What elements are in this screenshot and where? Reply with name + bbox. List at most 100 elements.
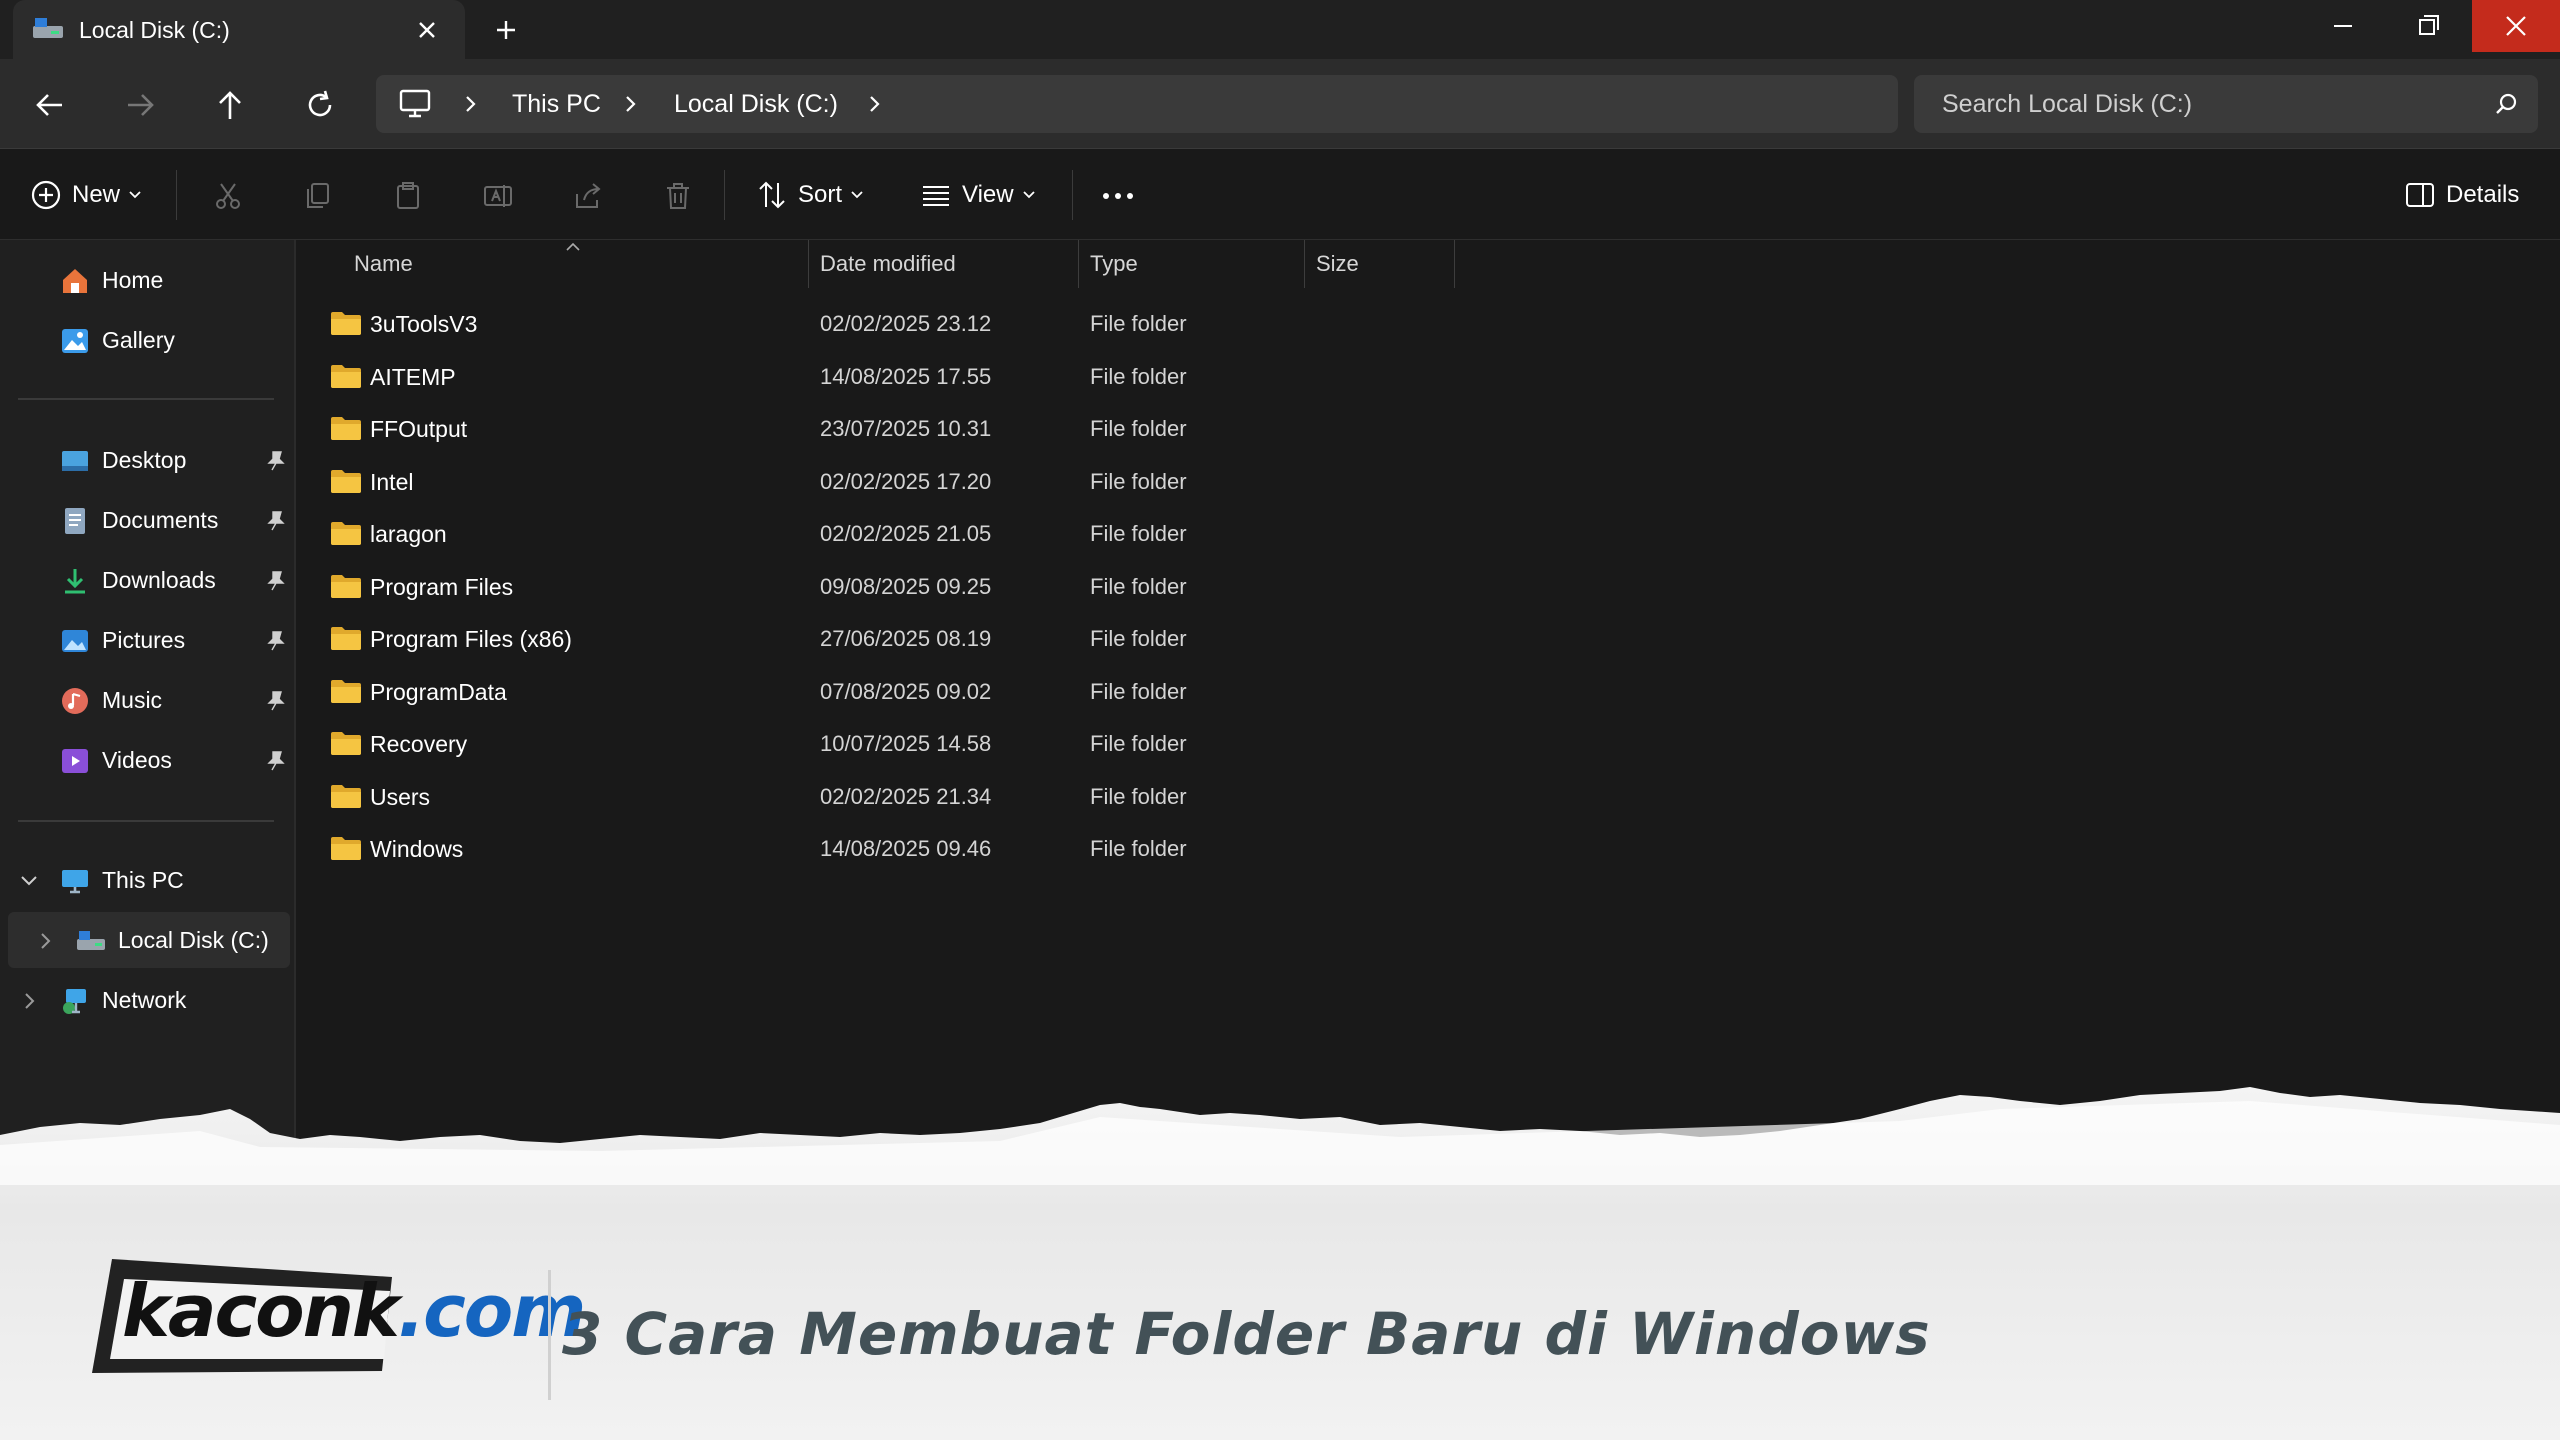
- chevron-right-icon[interactable]: [458, 91, 482, 117]
- folder-icon: [331, 627, 361, 650]
- table-row[interactable]: Recovery 10/07/2025 14.58 File folder: [318, 718, 1458, 770]
- file-date-modified: 02/02/2025 23.12: [820, 311, 992, 336]
- pin-icon[interactable]: [266, 450, 286, 472]
- sidebar-item-this-pc[interactable]: This PC: [0, 852, 296, 908]
- file-name: laragon: [370, 521, 447, 547]
- more-options-icon[interactable]: [1098, 180, 1138, 212]
- restore-icon[interactable]: [2386, 0, 2470, 52]
- view-button[interactable]: View: [920, 172, 1036, 218]
- toolbar-divider: [1072, 170, 1073, 220]
- pin-icon[interactable]: [266, 570, 286, 592]
- cut-icon[interactable]: [212, 180, 244, 212]
- gallery-icon: [62, 329, 88, 353]
- close-window-icon[interactable]: [2472, 0, 2560, 52]
- chevron-right-icon[interactable]: [862, 91, 886, 117]
- file-date-modified: 23/07/2025 10.31: [820, 416, 992, 441]
- new-tab-icon[interactable]: [490, 14, 522, 46]
- pin-icon[interactable]: [266, 630, 286, 652]
- sidebar-item-label: This PC: [102, 867, 184, 893]
- sidebar-item-pictures[interactable]: Pictures: [0, 612, 296, 668]
- breadcrumb-local-disk[interactable]: Local Disk (C:): [674, 90, 838, 119]
- column-header-size[interactable]: Size: [1306, 240, 1454, 286]
- forward-arrow-icon[interactable]: [120, 85, 160, 125]
- table-row[interactable]: Users 02/02/2025 21.34 File folder: [318, 771, 1458, 823]
- sidebar-item-label: Pictures: [102, 627, 186, 653]
- table-row[interactable]: 3uToolsV3 02/02/2025 23.12 File folder: [318, 298, 1458, 350]
- column-resize-handle[interactable]: [1304, 240, 1305, 288]
- column-header-type[interactable]: Type: [1080, 240, 1304, 286]
- sidebar-item-downloads[interactable]: Downloads: [0, 552, 296, 608]
- banner-divider: [548, 1270, 551, 1400]
- address-bar[interactable]: This PC Local Disk (C:): [376, 75, 1898, 133]
- sidebar-item-videos[interactable]: Videos: [0, 732, 296, 788]
- chevron-right-icon[interactable]: [18, 990, 40, 1012]
- pin-icon[interactable]: [266, 510, 286, 532]
- table-row[interactable]: ProgramData 07/08/2025 09.02 File folder: [318, 666, 1458, 718]
- file-type: File folder: [1090, 783, 1187, 809]
- chevron-down-icon: [129, 191, 141, 199]
- column-resize-handle[interactable]: [1078, 240, 1079, 288]
- column-resize-handle[interactable]: [1454, 240, 1455, 288]
- home-icon: [63, 269, 87, 293]
- column-header-date[interactable]: Date modified: [810, 240, 1078, 286]
- table-row[interactable]: Program Files (x86) 27/06/2025 08.19 File …: [318, 613, 1458, 665]
- computer-icon[interactable]: [398, 88, 432, 120]
- file-name: Program Files (x86): [370, 626, 572, 652]
- search-box[interactable]: [1914, 75, 2538, 133]
- sidebar-item-desktop[interactable]: Desktop: [0, 432, 296, 488]
- column-resize-handle[interactable]: [808, 240, 809, 288]
- close-tab-icon[interactable]: [411, 14, 443, 46]
- file-name: Program Files: [370, 573, 514, 600]
- share-icon[interactable]: [572, 180, 604, 212]
- column-header-label: Date modified: [820, 251, 956, 276]
- table-row[interactable]: Windows 14/08/2025 09.46 File folder: [318, 823, 1458, 875]
- details-pane-button[interactable]: Details: [2404, 172, 2519, 218]
- drive-icon: [77, 931, 105, 950]
- sidebar-item-music[interactable]: Music: [0, 672, 296, 728]
- sidebar-item-documents[interactable]: Documents: [0, 492, 296, 548]
- sidebar-item-home[interactable]: Home: [0, 252, 296, 308]
- column-header-label: Type: [1090, 251, 1138, 276]
- logo-main: kaconk: [122, 1269, 400, 1353]
- minimize-icon[interactable]: [2302, 0, 2386, 52]
- folder-icon: [331, 574, 361, 598]
- file-name: Recovery: [370, 731, 468, 757]
- delete-icon[interactable]: [662, 180, 694, 212]
- file-date-modified: 14/08/2025 09.46: [820, 836, 992, 861]
- table-row[interactable]: FFOutput 23/07/2025 10.31 File folder: [318, 403, 1458, 455]
- chevron-down-icon[interactable]: [18, 870, 40, 892]
- sidebar-item-local-disk[interactable]: Local Disk (C:): [8, 912, 290, 968]
- file-type: File folder: [1090, 416, 1187, 441]
- videos-icon: [62, 749, 88, 773]
- search-input[interactable]: [1914, 75, 2474, 133]
- details-label: Details: [2446, 181, 2520, 208]
- sort-button[interactable]: Sort: [756, 172, 864, 218]
- copy-icon[interactable]: [302, 180, 334, 212]
- up-arrow-icon[interactable]: [210, 85, 250, 125]
- sidebar-item-gallery[interactable]: Gallery: [0, 312, 296, 368]
- breadcrumb-this-pc[interactable]: This PC: [512, 90, 601, 119]
- file-date-modified: 02/02/2025 17.20: [820, 468, 992, 494]
- chevron-right-icon[interactable]: [34, 930, 56, 952]
- chevron-right-icon[interactable]: [618, 91, 642, 117]
- file-name: Windows: [370, 836, 464, 862]
- table-row[interactable]: Intel 02/02/2025 17.20 File folder: [318, 456, 1458, 508]
- table-row[interactable]: AITEMP 14/08/2025 17.55 File folder: [318, 351, 1458, 403]
- table-row[interactable]: laragon 02/02/2025 21.05 File folder: [318, 508, 1458, 560]
- file-name: 3uToolsV3: [370, 311, 478, 337]
- search-icon[interactable]: [2494, 91, 2520, 117]
- rename-icon[interactable]: [482, 180, 514, 212]
- column-header-name[interactable]: Name: [344, 240, 806, 286]
- tab-local-disk[interactable]: Local Disk (C:): [13, 0, 465, 59]
- paste-icon[interactable]: [392, 180, 424, 212]
- file-type: File folder: [1090, 468, 1187, 494]
- table-row[interactable]: Program Files 09/08/2025 09.25 File folder: [318, 561, 1458, 613]
- refresh-icon[interactable]: [300, 85, 340, 125]
- folder-icon: [331, 837, 361, 860]
- new-button[interactable]: New: [30, 172, 142, 218]
- pin-icon[interactable]: [266, 750, 286, 772]
- sidebar-item-network[interactable]: Network: [0, 972, 296, 1028]
- pin-icon[interactable]: [266, 690, 286, 712]
- back-arrow-icon[interactable]: [30, 85, 70, 125]
- view-label: View: [962, 181, 1014, 208]
